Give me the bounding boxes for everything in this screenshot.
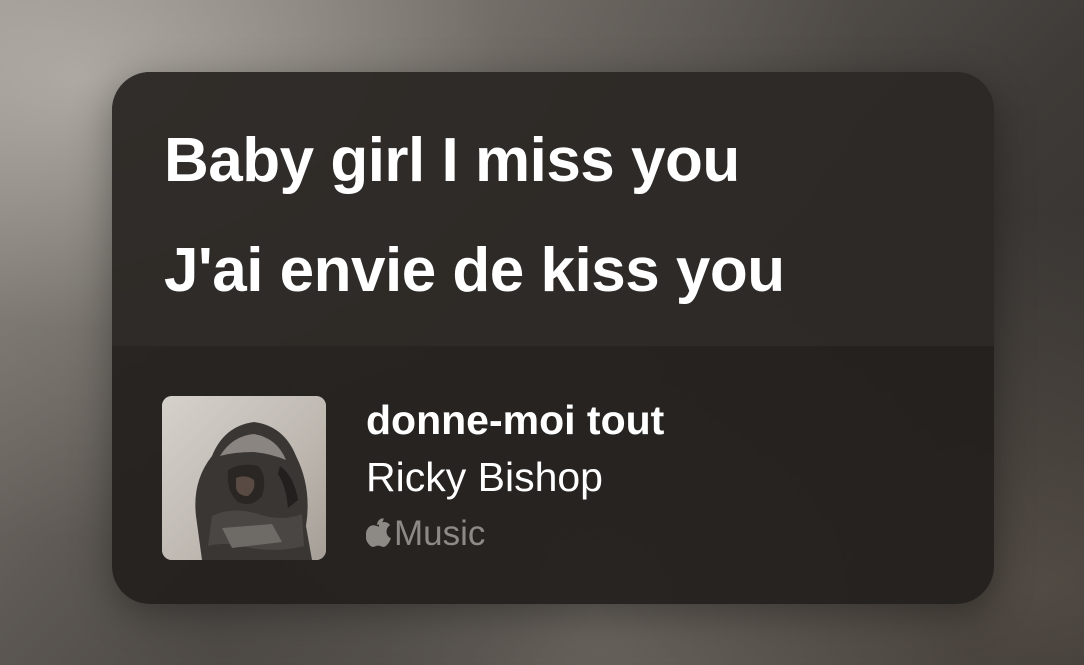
lyrics-section: Baby girl I miss you J'ai envie de kiss … — [112, 72, 994, 346]
song-artist: Ricky Bishop — [366, 454, 603, 500]
lyric-line-1: Baby girl I miss you — [164, 126, 740, 195]
lyrics-share-card[interactable]: Baby girl I miss you J'ai envie de kiss … — [112, 72, 994, 604]
song-info-row[interactable]: donne-moi tout Ricky Bishop Music — [112, 346, 994, 604]
album-artwork-image — [162, 396, 326, 560]
apple-music-badge: Music — [366, 516, 926, 551]
service-label: Music — [394, 514, 486, 553]
lyric-line-2: J'ai envie de kiss you — [164, 236, 785, 305]
song-title: donne-moi tout — [366, 397, 665, 443]
song-info: donne-moi tout Ricky Bishop Music — [366, 400, 926, 551]
apple-logo-icon — [366, 517, 391, 547]
album-artwork[interactable] — [162, 396, 326, 560]
